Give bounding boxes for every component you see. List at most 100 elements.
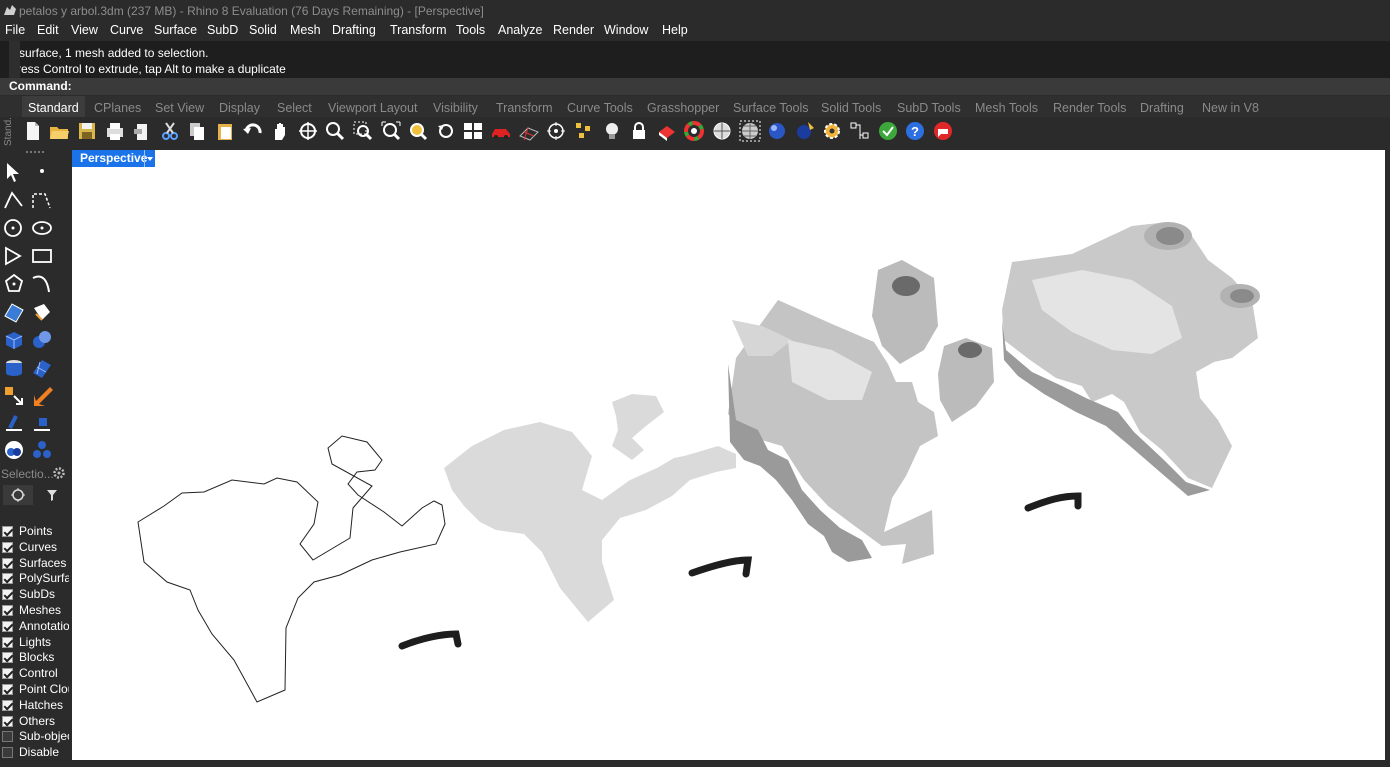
filter-others[interactable]: Others (1, 714, 69, 730)
menu-mesh[interactable]: Mesh (290, 23, 321, 37)
menu-solid[interactable]: Solid (249, 23, 277, 37)
menu-tools[interactable]: Tools (456, 23, 485, 37)
filter-points[interactable]: Points (1, 524, 69, 540)
menu-transform[interactable]: Transform (390, 23, 447, 37)
zoom-extents-icon[interactable] (380, 120, 402, 142)
polyline-icon[interactable] (2, 188, 26, 212)
menu-curve[interactable]: Curve (110, 23, 143, 37)
menu-drafting[interactable]: Drafting (332, 23, 376, 37)
menu-analyze[interactable]: Analyze (498, 23, 542, 37)
polygon-icon[interactable] (2, 272, 26, 296)
undo-view-icon[interactable] (435, 120, 457, 142)
help-icon[interactable]: ? (904, 120, 926, 142)
filter-control[interactable]: Control (1, 666, 69, 682)
car-render-icon[interactable] (490, 120, 512, 142)
mesh-plane-icon[interactable] (30, 356, 54, 380)
four-viewports-icon[interactable] (462, 120, 484, 142)
checkbox-unchecked-icon[interactable] (2, 747, 13, 759)
flat-surface-shape[interactable] (444, 394, 736, 622)
render-spheres-icon[interactable] (30, 438, 54, 462)
cut-icon[interactable] (159, 120, 181, 142)
render-sphere-icon[interactable] (766, 120, 788, 142)
rotate-view-icon[interactable] (297, 120, 319, 142)
extruded-solid-shape[interactable] (728, 260, 994, 564)
filter-point-clouds[interactable]: Point Clouds (1, 682, 69, 698)
zoom-icon[interactable] (324, 120, 346, 142)
menu-file[interactable]: File (5, 23, 25, 37)
checkbox-unchecked-icon[interactable] (2, 731, 13, 743)
undo-icon[interactable] (242, 120, 264, 142)
filter-curves[interactable]: Curves (1, 540, 69, 556)
menu-window[interactable]: Window (604, 23, 648, 37)
grid-icon[interactable] (518, 120, 540, 142)
settings-gear-icon[interactable] (821, 120, 843, 142)
point-icon[interactable] (30, 160, 54, 184)
osnap-icon[interactable] (545, 120, 567, 142)
points-icon[interactable] (573, 120, 595, 142)
checkbox-checked-icon[interactable] (2, 604, 13, 616)
light-icon[interactable] (601, 120, 623, 142)
mesh-cylinder-icon[interactable] (2, 356, 26, 380)
sphere-grid-icon[interactable] (739, 120, 761, 142)
tab-surface-tools[interactable]: Surface Tools (733, 101, 809, 115)
boolean-spheres-icon[interactable] (30, 328, 54, 352)
ellipse-icon[interactable] (30, 216, 54, 240)
textured-solid-shape[interactable] (1002, 222, 1260, 496)
rectangle-icon[interactable] (30, 244, 54, 268)
annotation-icon[interactable] (30, 412, 54, 436)
render-icon[interactable] (794, 120, 816, 142)
tab-cplanes[interactable]: CPlanes (94, 101, 141, 115)
tab-curve-tools[interactable]: Curve Tools (567, 101, 633, 115)
checkbox-checked-icon[interactable] (2, 636, 13, 648)
menu-subd[interactable]: SubD (207, 23, 238, 37)
tab-mesh-tools[interactable]: Mesh Tools (975, 101, 1038, 115)
checkbox-checked-icon[interactable] (2, 541, 13, 553)
checkbox-checked-icon[interactable] (2, 526, 13, 537)
filter-sub-objects[interactable]: Sub-objects (1, 729, 69, 745)
tab-visibility[interactable]: Visibility (433, 101, 478, 115)
checkbox-checked-icon[interactable] (2, 573, 13, 585)
filter-surfaces[interactable]: Surfaces (1, 556, 69, 572)
tab-select[interactable]: Select (277, 101, 312, 115)
tab-set-view[interactable]: Set View (155, 101, 204, 115)
support-icon[interactable] (932, 120, 954, 142)
tab-transform[interactable]: Transform (496, 101, 553, 115)
tab-grasshopper[interactable]: Grasshopper (647, 101, 719, 115)
surface-icon[interactable] (2, 300, 26, 324)
filter-polysurfaces[interactable]: PolySurfaces (1, 571, 69, 587)
menu-surface[interactable]: Surface (154, 23, 197, 37)
dimension-icon[interactable] (2, 412, 26, 436)
checkbox-checked-icon[interactable] (2, 668, 13, 680)
menu-edit[interactable]: Edit (37, 23, 59, 37)
filter-meshes[interactable]: Meshes (1, 603, 69, 619)
arc-icon[interactable] (2, 244, 26, 268)
tab-standard[interactable]: Standard (22, 96, 85, 118)
zoom-window-icon[interactable] (352, 120, 374, 142)
tab-display[interactable]: Display (219, 101, 260, 115)
viewport-menu-button[interactable] (144, 150, 155, 167)
import-icon[interactable] (131, 120, 153, 142)
print-icon[interactable] (104, 120, 126, 142)
checkbox-checked-icon[interactable] (2, 683, 13, 695)
check-icon[interactable] (877, 120, 899, 142)
checkbox-checked-icon[interactable] (2, 557, 13, 569)
freeform-curve-icon[interactable] (30, 272, 54, 296)
curve-from-object-icon[interactable] (30, 300, 54, 324)
menu-render[interactable]: Render (553, 23, 594, 37)
checkbox-checked-icon[interactable] (2, 620, 13, 632)
history-scrollbar[interactable] (9, 41, 20, 78)
materials-icon[interactable] (656, 120, 678, 142)
filter-annotations[interactable]: Annotations (1, 619, 69, 635)
open-icon[interactable] (48, 120, 70, 142)
command-line[interactable]: Command: (0, 78, 1390, 95)
gear-icon[interactable] (52, 466, 66, 480)
transform-icon[interactable] (2, 384, 26, 408)
copy-icon[interactable] (186, 120, 208, 142)
filter-subds[interactable]: SubDs (1, 587, 69, 603)
filter-disable[interactable]: Disable (1, 745, 69, 761)
tab-subd-tools[interactable]: SubD Tools (897, 101, 961, 115)
panel-grip[interactable] (26, 151, 44, 156)
render-color-icon[interactable] (2, 438, 26, 462)
viewport-tab[interactable]: Perspective (72, 150, 156, 167)
tab-new-in-v8[interactable]: New in V8 (1202, 101, 1259, 115)
